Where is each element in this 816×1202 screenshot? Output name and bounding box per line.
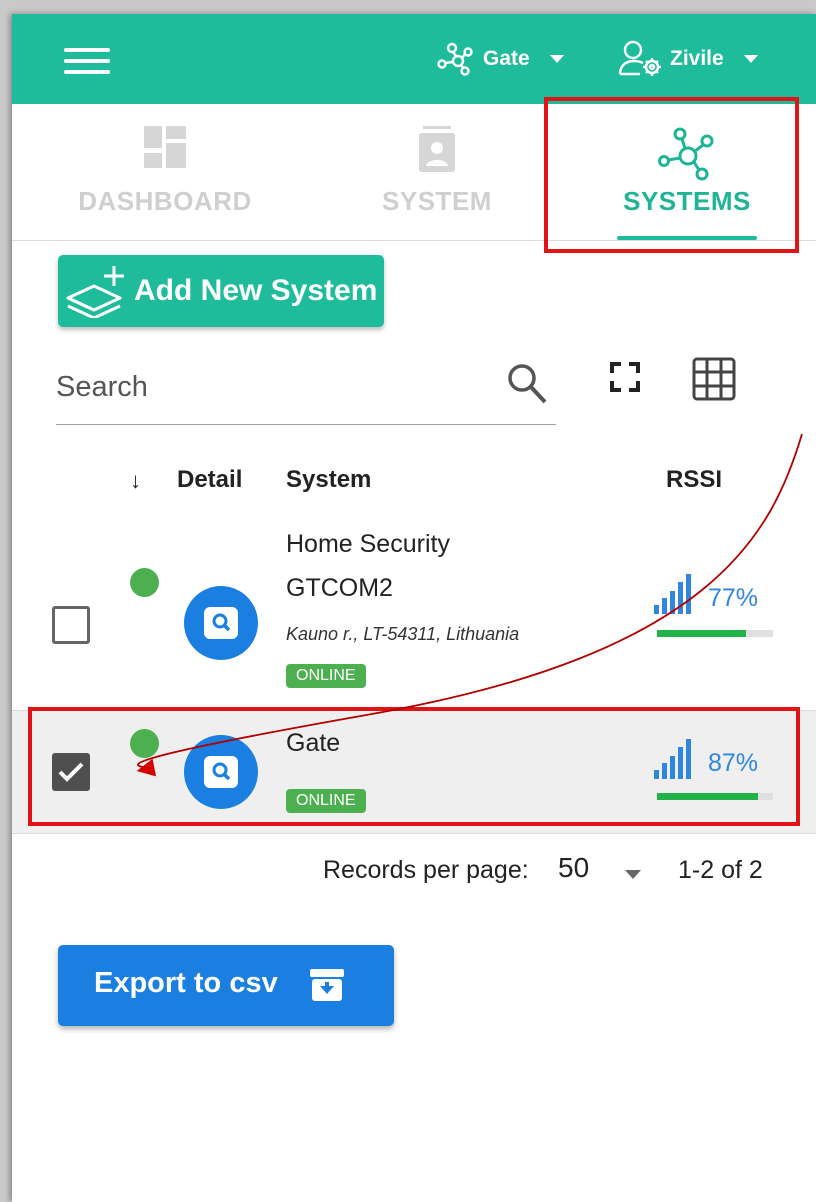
chevron-down-icon[interactable] xyxy=(625,870,641,879)
app-frame: Gate Zivile DASHBOARD SYSTEM SYSTEMS Add… xyxy=(12,14,816,1202)
chevron-down-icon xyxy=(743,55,758,63)
tab-system-label: SYSTEM xyxy=(382,186,492,216)
signal-strength-icon xyxy=(654,574,691,614)
row-checkbox[interactable] xyxy=(52,606,90,644)
status-badge: ONLINE xyxy=(286,664,366,688)
search-icon[interactable] xyxy=(506,362,548,406)
system-name-line1: Home Security xyxy=(286,530,450,558)
hamburger-icon[interactable] xyxy=(64,48,110,78)
magnify-icon xyxy=(204,607,238,639)
page-range: 1-2 of 2 xyxy=(678,856,763,884)
column-header-rssi[interactable]: RSSI xyxy=(666,466,722,494)
rssi-bar xyxy=(657,630,773,637)
tab-system[interactable]: SYSTEM xyxy=(357,104,517,240)
search-field xyxy=(56,352,556,425)
archive-download-icon xyxy=(310,969,344,1001)
column-header-detail[interactable]: Detail xyxy=(177,466,242,494)
network-icon xyxy=(437,42,473,76)
user-settings-icon xyxy=(618,40,661,76)
system-selector[interactable]: Gate xyxy=(437,38,564,80)
chevron-down-icon xyxy=(549,55,564,63)
tab-dashboard-label: DASHBOARD xyxy=(78,186,252,216)
system-selector-label: Gate xyxy=(483,47,530,70)
table-header: ↓ Detail System RSSI xyxy=(12,454,816,513)
top-app-bar: Gate Zivile xyxy=(12,14,816,104)
system-name-line2: GTCOM2 xyxy=(286,574,393,602)
column-header-system[interactable]: System xyxy=(286,466,371,494)
fullscreen-icon[interactable] xyxy=(610,362,640,392)
export-csv-label: Export to csv xyxy=(94,967,278,999)
table-row: Home Security GTCOM2 Kauno r., LT-54311,… xyxy=(12,512,816,711)
sort-arrow-icon[interactable]: ↓ xyxy=(130,468,141,494)
dashboard-icon xyxy=(144,126,186,168)
tab-dashboard[interactable]: DASHBOARD xyxy=(60,104,270,240)
user-menu[interactable]: Zivile xyxy=(618,38,758,80)
user-name: Zivile xyxy=(670,47,724,70)
records-per-page-select[interactable]: 50 xyxy=(558,852,589,884)
system-address: Kauno r., LT-54311, Lithuania xyxy=(286,624,520,644)
detail-button[interactable] xyxy=(184,586,258,660)
add-new-system-button[interactable]: Add New System xyxy=(58,255,384,327)
online-status-dot xyxy=(130,568,159,597)
records-per-page-label: Records per page: xyxy=(323,856,529,884)
grid-view-icon[interactable] xyxy=(692,357,736,401)
add-layers-icon xyxy=(66,266,124,318)
annotation-highlight-tab xyxy=(544,97,799,253)
rssi-percent: 77% xyxy=(708,584,759,612)
search-input[interactable] xyxy=(56,362,486,412)
export-csv-button[interactable]: Export to csv xyxy=(58,945,394,1026)
system-card-icon xyxy=(419,126,455,172)
add-new-system-label: Add New System xyxy=(134,274,378,307)
annotation-highlight-row xyxy=(28,707,800,826)
rssi-bar-fill xyxy=(657,630,747,637)
